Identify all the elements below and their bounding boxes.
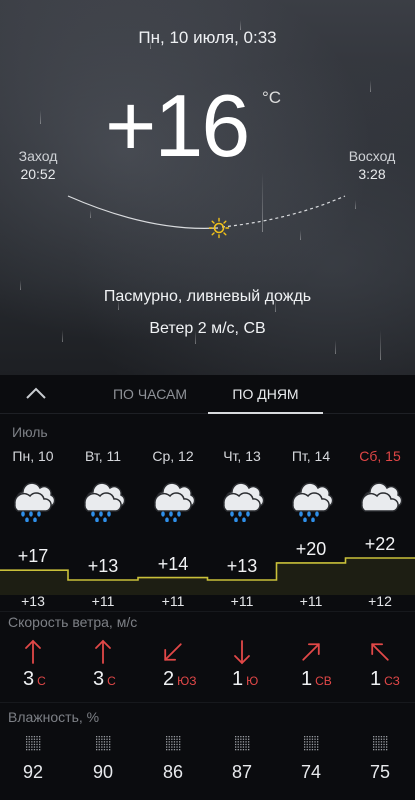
low-temperature: +11 [161, 593, 185, 609]
wind-direction-label: СЗ [384, 674, 400, 688]
humidity-section-title: Влажность, % [8, 709, 100, 725]
low-temperature: +12 [368, 593, 392, 609]
humidity-value: 74 [300, 762, 322, 782]
day-column[interactable]: Вт, 11 [68, 448, 138, 527]
high-temperature: +13 [226, 556, 258, 576]
wind-direction-arrow-icon [371, 643, 389, 661]
wind-speed: 2 ЮЗ [163, 668, 197, 691]
wind-direction-label: СВ [315, 674, 332, 688]
day-column[interactable]: Чт, 13 [207, 448, 277, 527]
humidity-dots-icon [373, 736, 388, 751]
wind-speed: 1 СВ [301, 668, 332, 691]
forecast-panel: ПО ЧАСАМ ПО ДНЯМ Июль Пн, 10 Вт, 11 Ср, 12… [0, 375, 415, 800]
temperature-unit: °C [262, 88, 282, 107]
sun-icon [208, 217, 230, 239]
humidity-value: 87 [231, 762, 253, 782]
current-temperature: +16 [105, 76, 250, 175]
wind-speed-value: 1 [232, 668, 244, 690]
sunset-label: Заход [18, 148, 58, 164]
cloud-icon [345, 472, 415, 527]
wind-speed-value: 1 [370, 668, 382, 690]
cloud-rain-icon [207, 472, 277, 527]
wind-direction-arrow-icon [302, 643, 320, 661]
low-temperature: +11 [230, 593, 254, 609]
cloud-rain-icon [276, 472, 346, 527]
humidity-dots-icon [304, 736, 319, 751]
high-temperature: +17 [17, 546, 49, 567]
high-temperature: +22 [364, 534, 396, 554]
wind-direction-arrow-icon [25, 639, 41, 664]
divider [0, 611, 415, 612]
wind-speed: 3С [23, 668, 46, 691]
cloud-rain-icon [68, 472, 138, 527]
wind-speed: 1Ю [232, 668, 258, 691]
day-name: Пн, 10 [12, 448, 54, 464]
wind-speed: 1 СЗ [370, 668, 400, 691]
high-temperature: +14 [157, 553, 189, 574]
humidity-dots-icon [26, 736, 41, 751]
wind-direction-label: Ю [246, 674, 259, 688]
cloud-rain-icon [138, 472, 208, 527]
collapse-chevron-icon[interactable] [24, 383, 48, 403]
sunrise-label: Восход [348, 148, 396, 164]
humidity-dots-icon [96, 736, 111, 751]
low-temperature: +11 [299, 593, 323, 609]
sun-path-arc [67, 195, 346, 239]
day-name: Пт, 14 [291, 448, 331, 464]
wind-direction-arrow-icon [164, 643, 182, 661]
weather-condition: Пасмурно, ливневый дождь [103, 288, 312, 305]
humidity-value: 92 [22, 762, 44, 782]
humidity-value: 86 [162, 762, 184, 782]
tab-hourly[interactable]: ПО ЧАСАМ [100, 375, 200, 413]
wind-direction-label: ЮЗ [177, 674, 197, 688]
cloud-rain-icon [0, 472, 68, 527]
divider [0, 702, 415, 703]
high-temperature: +20 [295, 538, 327, 559]
wind-speed-value: 1 [301, 668, 313, 690]
day-name: Чт, 13 [223, 448, 261, 464]
wind-direction-arrow-icon [234, 640, 250, 665]
current-wind: Ветер 2 м/с, СВ [149, 320, 266, 337]
wind-speed-value: 3 [23, 668, 35, 690]
humidity-dots-icon [235, 736, 250, 751]
rain-streak [335, 340, 336, 354]
rain-streak [370, 80, 371, 92]
day-name: Ср, 12 [152, 448, 194, 464]
tab-daily[interactable]: ПО ДНЯМ [208, 375, 323, 414]
wind-section-title: Скорость ветра, м/с [8, 614, 138, 630]
day-column[interactable]: Пн, 10 [0, 448, 68, 527]
day-column[interactable]: Ср, 12 [138, 448, 208, 527]
wind-speed-value: 2 [163, 668, 175, 690]
high-temperature: +13 [87, 556, 119, 576]
month-label: Июль [12, 424, 48, 440]
day-column[interactable]: Сб, 15 [345, 448, 415, 527]
forecast-tabs: ПО ЧАСАМ ПО ДНЯМ [0, 375, 415, 414]
wind-direction-label: С [107, 674, 116, 688]
humidity-value: 90 [92, 762, 114, 782]
day-column[interactable]: Пт, 14 [276, 448, 346, 527]
low-temperature: +13 [21, 593, 45, 609]
wind-direction-label: С [37, 674, 46, 688]
weather-hero: Пн, 10 июля, 0:33 +16 °C Заход 20:52 Вос… [0, 0, 415, 375]
day-name: Сб, 15 [359, 448, 401, 464]
rain-streak [40, 110, 41, 124]
humidity-dots-icon [166, 736, 181, 751]
current-date: Пн, 10 июля, 0:33 [138, 28, 277, 47]
low-temperature: +11 [91, 593, 115, 609]
humidity-value: 75 [369, 762, 391, 782]
wind-speed-value: 3 [93, 668, 105, 690]
day-name: Вт, 11 [84, 448, 122, 464]
wind-speed: 3С [93, 668, 116, 691]
wind-direction-arrow-icon [95, 639, 111, 664]
